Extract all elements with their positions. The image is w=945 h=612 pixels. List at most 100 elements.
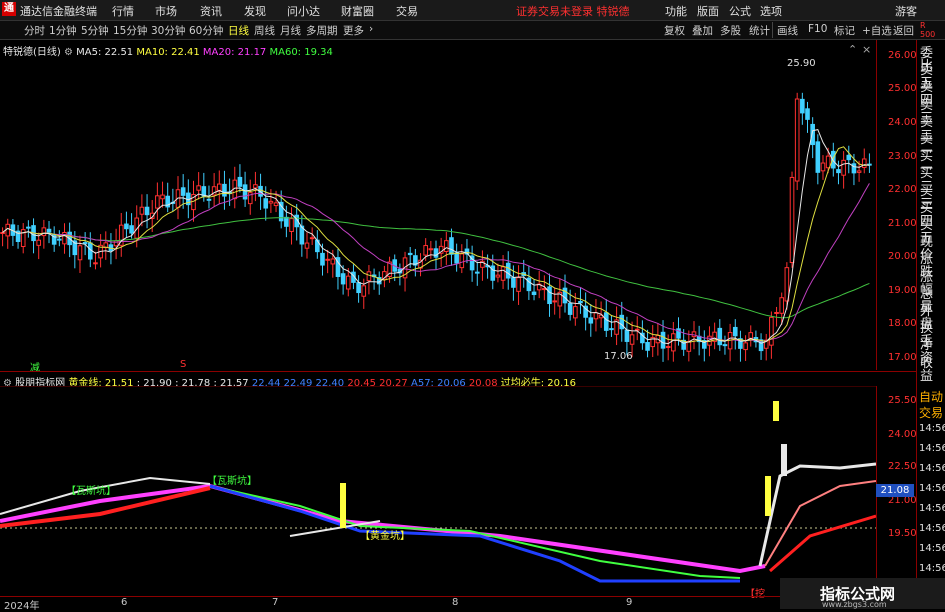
menu-options[interactable]: 选项 (760, 3, 782, 19)
candle-body (180, 187, 186, 196)
menu-discover[interactable]: 发现 (244, 3, 266, 19)
x-tick: 9 (626, 597, 633, 608)
chevron-right-icon[interactable]: › (369, 23, 373, 35)
candle-body (789, 176, 795, 263)
price-tick: 17.00 (888, 352, 917, 363)
gold-bar (340, 483, 346, 528)
candle-body (26, 226, 31, 229)
candle-body (206, 198, 212, 201)
price-tick: 25.00 (888, 83, 917, 94)
candle-body (196, 185, 201, 191)
restore-right-button[interactable]: 复权 (664, 23, 685, 38)
indicator-chart[interactable] (0, 386, 876, 596)
candle-body (820, 162, 826, 172)
period-more[interactable]: 更多 (343, 23, 364, 38)
f10-button[interactable]: F10 (808, 23, 827, 35)
period-5min[interactable]: 5分钟 (81, 23, 109, 38)
overlay-button[interactable]: 叠加 (692, 23, 713, 38)
candle-body (449, 237, 454, 255)
high-annotation: 25.90 (787, 58, 816, 69)
candle-body (815, 141, 821, 173)
candle-body (861, 158, 867, 168)
candle-body (129, 225, 134, 234)
period-60min[interactable]: 60分钟 (189, 23, 223, 38)
watermark-url: www.zbgs3.com (822, 600, 887, 609)
candle-body (665, 346, 671, 349)
candle-body (732, 326, 738, 337)
stats-button[interactable]: 统计 (749, 23, 770, 38)
draw-line-button[interactable]: 画线 (777, 23, 798, 38)
candle-body (345, 275, 351, 290)
low-annotation: 17.06 (604, 351, 633, 362)
candle-body (356, 282, 361, 294)
period-weekly[interactable]: 周线 (254, 23, 275, 38)
period-timeshare[interactable]: 分时 (24, 23, 45, 38)
gold-pit-label: 【黄金坑】 (360, 531, 410, 542)
price-tick: 18.00 (888, 318, 917, 329)
candle-body (511, 277, 516, 288)
red-line-right (769, 514, 876, 573)
price-tick: 20.00 (888, 251, 917, 262)
candle-body (609, 328, 614, 331)
candle-body (139, 206, 145, 215)
candle-body (222, 183, 227, 197)
add-watchlist-button[interactable]: +自选 (862, 23, 892, 38)
candle-body (263, 198, 269, 209)
candle-body (856, 170, 862, 173)
menu-market[interactable]: 行情 (112, 3, 134, 19)
candle-body (547, 286, 552, 305)
candle-body (495, 274, 501, 278)
wasi-label: 【瓦斯坑】 (207, 476, 257, 487)
mark-button[interactable]: 标记 (834, 23, 855, 38)
time-label: 14:56 (919, 423, 945, 434)
menu-layout[interactable]: 版面 (697, 3, 719, 19)
multi-stock-button[interactable]: 多股 (720, 23, 741, 38)
time-label: 14:56 (919, 563, 945, 574)
side-label[interactable]: 收益 (920, 357, 945, 383)
candle-body (289, 218, 294, 232)
candle-body (660, 331, 666, 349)
white-bar (781, 444, 787, 476)
period-monthly[interactable]: 月线 (280, 23, 301, 38)
candle-body (588, 317, 594, 324)
trade-login-notice[interactable]: 证券交易未登录 特锐德 (516, 3, 630, 19)
candle-body (41, 227, 47, 237)
menu-wealth[interactable]: 财富圈 (341, 3, 374, 19)
period-15min[interactable]: 15分钟 (113, 23, 147, 38)
candle-body (717, 327, 723, 346)
menu-trade[interactable]: 交易 (396, 3, 418, 19)
candle-body (841, 159, 846, 176)
gold-bar (765, 476, 771, 516)
candle-body (603, 312, 609, 331)
menu-ask[interactable]: 问小达 (287, 3, 320, 19)
guest-button[interactable]: 游客 (895, 3, 917, 19)
x-tick: 2024年 (4, 601, 40, 612)
candle-body (578, 300, 583, 304)
period-multi[interactable]: 多周期 (306, 23, 338, 38)
candle-body (743, 342, 748, 351)
pink-line (764, 480, 876, 567)
back-button[interactable]: 返回 (893, 23, 914, 38)
wasi-label-left: 【瓦斯坑】 (66, 486, 116, 497)
candle-body (5, 223, 11, 237)
menu-formula[interactable]: 公式 (729, 3, 751, 19)
toolbar-divider (772, 22, 773, 38)
menu-function[interactable]: 功能 (665, 3, 687, 19)
candle-body (836, 169, 841, 174)
candle-body (144, 206, 150, 216)
candlestick-chart[interactable] (0, 40, 876, 370)
candle-body (0, 232, 5, 234)
menu-markets[interactable]: 市场 (155, 3, 177, 19)
candle-body (722, 344, 728, 347)
period-30min[interactable]: 30分钟 (151, 23, 185, 38)
x-tick: 7 (272, 597, 279, 608)
menu-news[interactable]: 资讯 (200, 3, 222, 19)
app-logo-icon: 通 (2, 2, 16, 16)
r-indicator: R 500 (920, 21, 936, 39)
period-daily[interactable]: 日线 (228, 23, 249, 38)
candle-body (160, 194, 165, 200)
candle-body (284, 216, 289, 227)
candle-body (505, 262, 511, 279)
period-1min[interactable]: 1分钟 (49, 23, 77, 38)
indicator-tick: 25.50 (888, 395, 917, 406)
